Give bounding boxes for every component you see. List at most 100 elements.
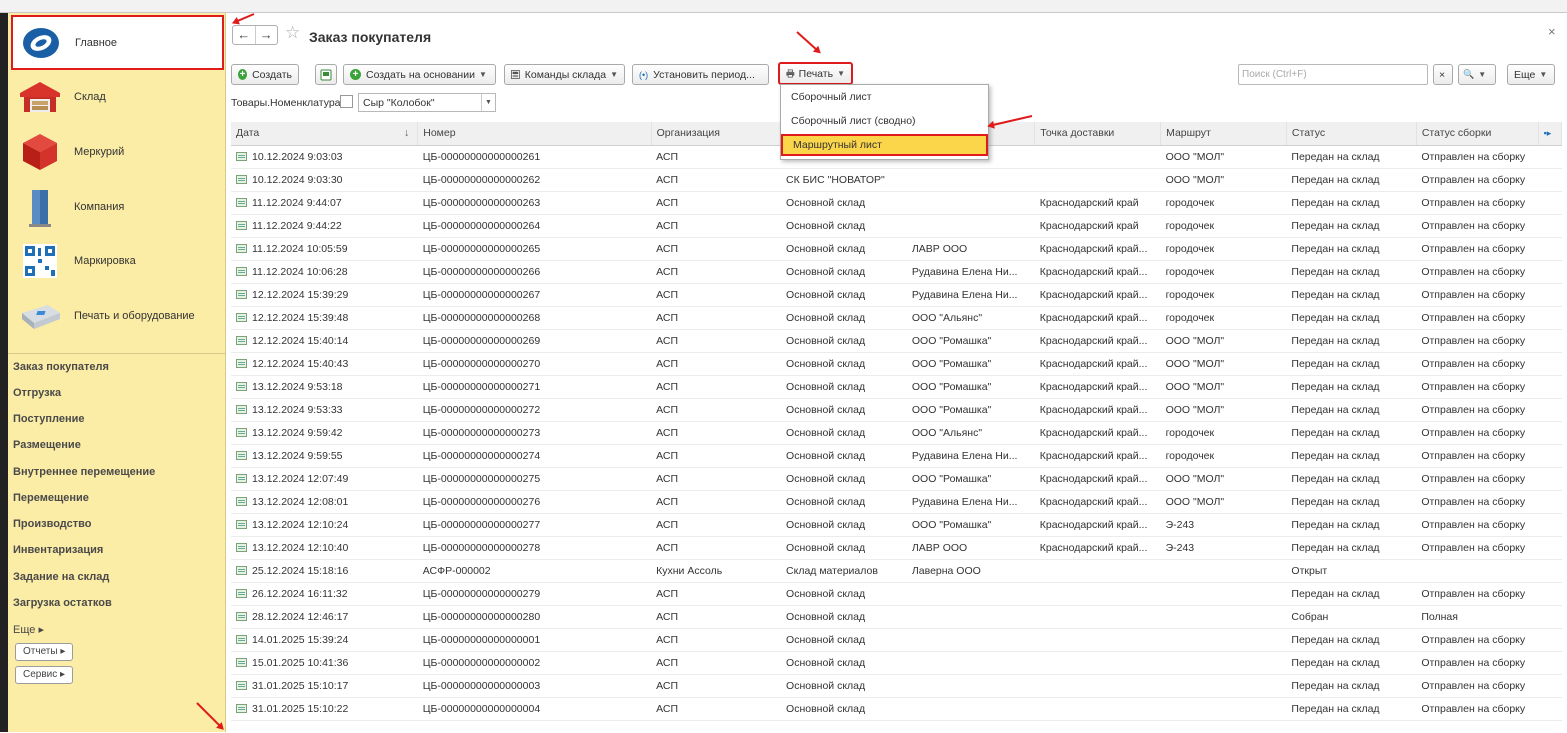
cell-counterparty: ООО "Ромашка" [906,467,1035,491]
nav-link-placement[interactable]: Размещение [13,439,81,451]
sidebar-section-warehouse[interactable]: Склад [12,71,222,123]
table-row[interactable]: 15.01.2025 10:41:36 ЦБ-00000000000000002 А… [231,651,1562,675]
menu-item-assembly-sheet-summary[interactable]: Сборочный лист (сводно) [781,110,988,132]
cell-spacer [1538,674,1562,698]
sidebar-section-mercury[interactable]: Меркурий [12,126,222,178]
column-header-delivery-point[interactable]: Точка доставки [1034,122,1162,146]
filter-checkbox[interactable] [340,95,353,108]
table-row[interactable]: 13.12.2024 12:10:24 ЦБ-00000000000000277 А… [231,513,1562,537]
table-row[interactable]: 13.12.2024 9:53:33 ЦБ-00000000000000272 АС… [231,398,1562,422]
table-row[interactable]: 11.12.2024 9:44:22 ЦБ-00000000000000264 АС… [231,214,1562,238]
cell-date-text: 13.12.2024 12:07:49 [252,472,349,485]
menu-item-route-sheet[interactable]: Маршрутный лист [781,134,988,156]
column-header-number[interactable]: Номер [417,122,652,146]
table-row[interactable]: 10.12.2024 9:03:30 ЦБ-00000000000000262 АС… [231,168,1562,192]
table-row[interactable]: 11.12.2024 9:44:07 ЦБ-00000000000000263 АС… [231,191,1562,215]
document-icon [236,312,247,322]
table-row[interactable]: 12.12.2024 15:40:43 ЦБ-00000000000000270 А… [231,352,1562,376]
nav-link-shipment[interactable]: Отгрузка [13,387,61,399]
table-row[interactable]: 13.12.2024 9:53:18 ЦБ-00000000000000271 АС… [231,375,1562,399]
nav-link-inventory[interactable]: Инвентаризация [13,544,103,556]
cell-delivery-point: Краснодарский край... [1034,398,1161,422]
cell-route: ООО "МОЛ" [1160,375,1287,399]
copy-button[interactable] [315,64,337,85]
back-button[interactable]: ← [233,26,255,44]
search-input[interactable]: Поиск (Ctrl+F) [1238,64,1428,85]
service-button[interactable]: Сервис ▸ [15,666,74,684]
table-row[interactable]: 12.12.2024 15:39:29 ЦБ-00000000000000267 А… [231,283,1562,307]
search-button[interactable]: 🔍 ▼ [1458,64,1496,85]
cell-date: 11.12.2024 9:44:07 [231,191,418,215]
main-logo-icon [17,21,65,65]
cell-date-text: 13.12.2024 12:08:01 [252,495,349,508]
sidebar-section-main[interactable]: Главное [11,15,224,70]
search-clear-button[interactable]: × [1433,64,1453,85]
sidebar-section-print[interactable]: Печать и оборудование [12,290,222,342]
print-button[interactable]: Печать ▼ [778,62,853,85]
menu-item-assembly-sheet[interactable]: Сборочный лист [781,86,988,108]
column-header-date[interactable]: Дата ↓ [231,122,419,146]
cell-assembly-status: Полная [1416,605,1539,629]
nav-link-warehouse-task[interactable]: Задание на склад [13,571,109,583]
table-row[interactable]: 12.12.2024 15:40:14 ЦБ-00000000000000269 А… [231,329,1562,353]
nav-link-production[interactable]: Производство [13,518,91,530]
table-row[interactable]: 14.01.2025 15:39:24 ЦБ-00000000000000001 А… [231,628,1562,652]
cell-assembly-status: Отправлен на сборку [1416,398,1539,422]
warehouse-commands-button[interactable]: Команды склада ▼ [504,64,625,85]
column-header-status[interactable]: Статус [1286,122,1417,146]
column-header-organization[interactable]: Организация [651,122,782,146]
create-button[interactable]: + Создать [231,64,299,85]
cell-counterparty [906,605,1035,629]
create-based-on-button[interactable]: + Создать на основании ▼ [343,64,496,85]
table-row[interactable]: 13.12.2024 9:59:42 ЦБ-00000000000000273 АС… [231,421,1562,445]
cell-counterparty: Рудавина Елена Ни... [906,260,1035,284]
more-button[interactable]: Еще ▼ [1507,64,1555,85]
cell-organization: АСП [651,444,782,468]
filter-value-field[interactable]: Сыр "Колобок" ▼ [358,93,496,112]
cell-number: ЦБ-00000000000000004 [417,697,652,721]
search-placeholder: Поиск (Ctrl+F) [1242,69,1307,80]
table-row[interactable]: 13.12.2024 9:59:55 ЦБ-00000000000000274 АС… [231,444,1562,468]
cell-organization: АСП [651,375,782,399]
forward-button[interactable]: → [254,26,278,44]
nav-link-customer-order[interactable]: Заказ покупателя [13,361,109,373]
close-icon[interactable]: × [1548,24,1556,39]
column-header-assembly-status[interactable]: Статус сборки [1416,122,1539,146]
table-row[interactable]: 13.12.2024 12:07:49 ЦБ-00000000000000275 А… [231,467,1562,491]
column-settings-icon[interactable]: ▪▸ [1538,122,1563,146]
document-icon [236,266,247,276]
favorite-star-icon[interactable]: ☆ [285,23,300,43]
nav-link-internal-move[interactable]: Внутреннее перемещение [13,466,155,478]
cell-route: Э-243 [1160,513,1287,537]
table-row[interactable]: 31.01.2025 15:10:17 ЦБ-00000000000000003 А… [231,674,1562,698]
nav-link-load-balances[interactable]: Загрузка остатков [13,597,112,609]
table-row[interactable]: 12.12.2024 15:39:48 ЦБ-00000000000000268 А… [231,306,1562,330]
table-row[interactable]: 25.12.2024 15:18:16 АСФР-000002 Кухни Ассо… [231,559,1562,583]
table-row[interactable]: 28.12.2024 12:46:17 ЦБ-00000000000000280 А… [231,605,1562,629]
cell-route: Э-243 [1160,536,1287,560]
cell-organization: АСП [651,536,782,560]
table-row[interactable]: 13.12.2024 12:10:40 ЦБ-00000000000000278 А… [231,536,1562,560]
nav-link-move[interactable]: Перемещение [13,492,89,504]
cell-assembly-status: Отправлен на сборку [1416,191,1539,215]
nav-link-receipt[interactable]: Поступление [13,413,85,425]
nav-more-link[interactable]: Еще ▸ [13,623,44,636]
table-row[interactable]: 31.01.2025 15:10:22 ЦБ-00000000000000004 А… [231,697,1562,721]
table-row[interactable]: 26.12.2024 16:11:32 ЦБ-00000000000000279 А… [231,582,1562,606]
document-icon [236,151,247,161]
sidebar-section-marking[interactable]: Маркировка [12,235,222,287]
cell-delivery-point [1034,559,1161,583]
cell-delivery-point: Краснодарский край [1034,191,1161,215]
cell-route: ООО "МОЛ" [1160,490,1287,514]
reports-button[interactable]: Отчеты ▸ [15,643,74,661]
chevron-down-icon[interactable]: ▼ [481,94,495,111]
table-row[interactable]: 11.12.2024 10:06:28 ЦБ-00000000000000266 А… [231,260,1562,284]
cell-date: 15.01.2025 10:41:36 [231,651,418,675]
cell-date-text: 13.12.2024 12:10:24 [252,518,349,531]
set-period-button[interactable]: (•) Установить период... [632,64,769,85]
sidebar-section-company[interactable]: Компания [12,181,222,233]
cell-delivery-point [1034,582,1161,606]
table-row[interactable]: 11.12.2024 10:05:59 ЦБ-00000000000000265 А… [231,237,1562,261]
column-header-route[interactable]: Маршрут [1160,122,1287,146]
table-row[interactable]: 13.12.2024 12:08:01 ЦБ-00000000000000276 А… [231,490,1562,514]
